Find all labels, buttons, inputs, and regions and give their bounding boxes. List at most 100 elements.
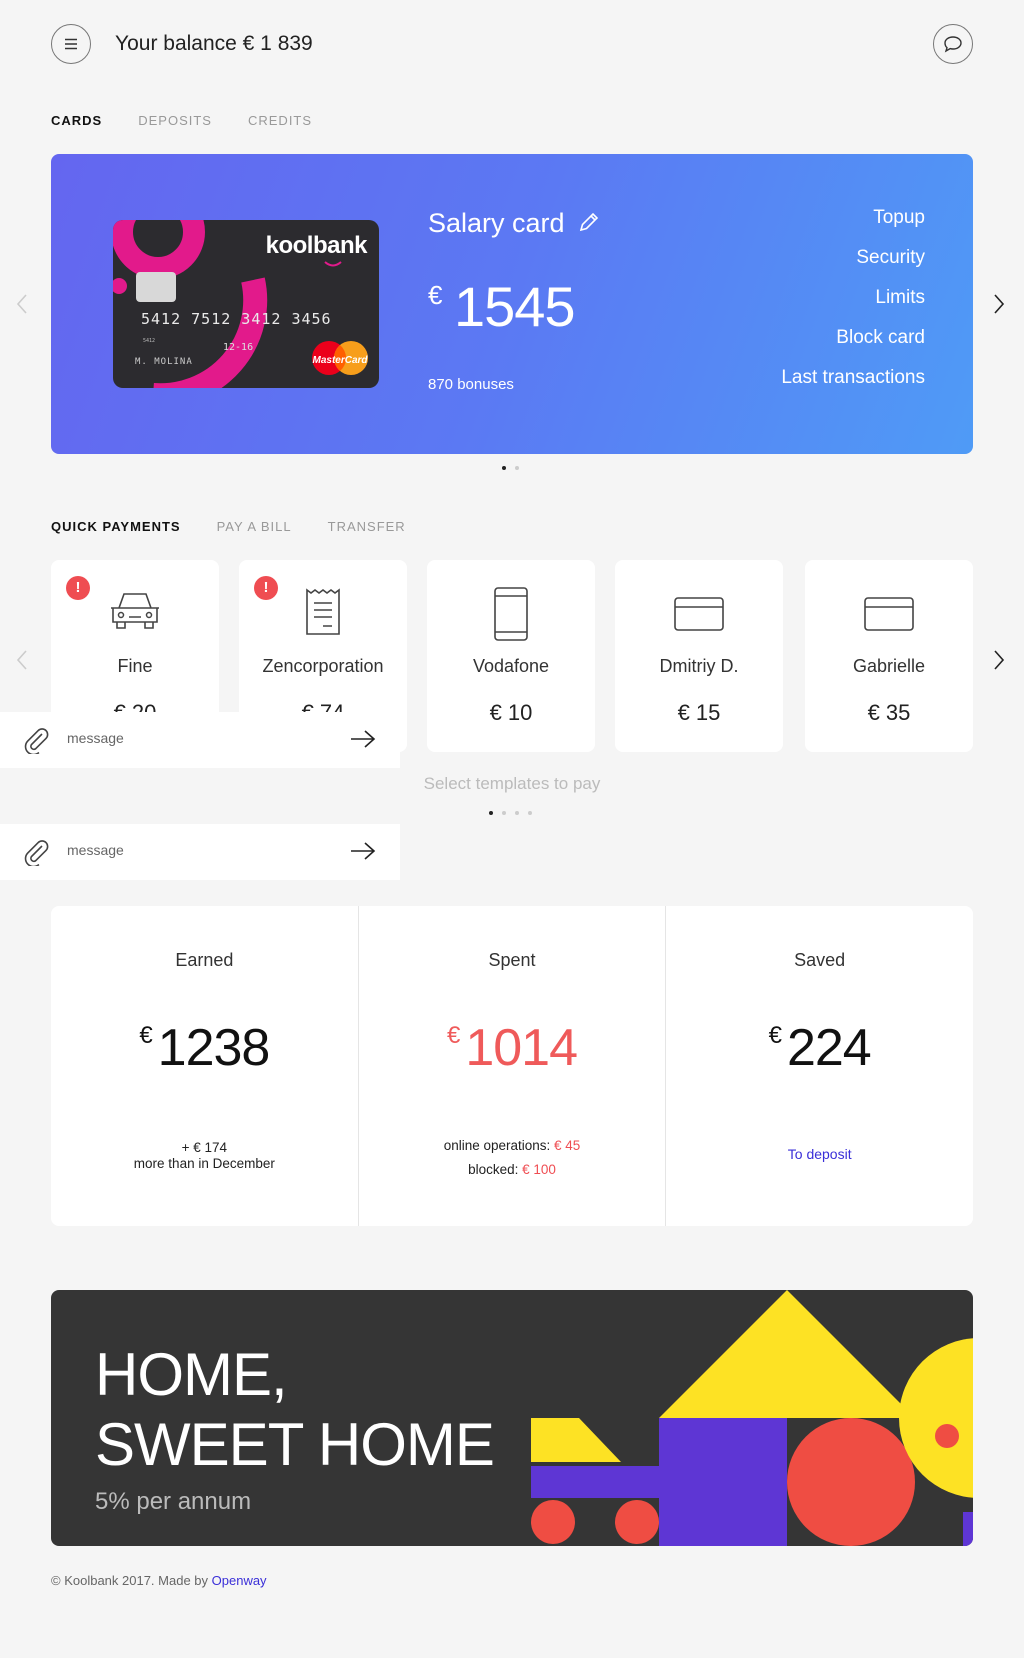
stat-spent: Spent €1014 online operations: € 45 bloc… (359, 906, 667, 1226)
phone-icon (494, 587, 528, 641)
card-number: 5412 7512 3412 3456 (141, 310, 332, 328)
earned-comparison: more than in December (133, 1156, 275, 1171)
blocked-value: € 100 (522, 1162, 556, 1177)
carousel-dot[interactable] (489, 811, 493, 815)
paperclip-icon[interactable] (22, 726, 50, 754)
stat-amount: 224 (786, 1019, 872, 1077)
stat-note: + € 174 more than in December (51, 1140, 358, 1172)
balance-label: Your balance € 1 839 (115, 32, 313, 55)
card-small-number: 5412 (143, 338, 156, 344)
tab-transfer[interactable]: TRANSFER (328, 519, 406, 537)
templates-next-arrow-icon[interactable] (992, 649, 1006, 671)
chip-icon (136, 272, 176, 302)
message-input[interactable]: message (67, 842, 124, 858)
menu-button[interactable] (51, 24, 91, 64)
promo-title-line2: SWEET HOME (95, 1411, 495, 1478)
template-tile-dmitriy[interactable]: Dmitriy D. € 15 (615, 560, 783, 752)
stat-title: Earned (175, 950, 234, 970)
hero-next-arrow-icon[interactable] (992, 293, 1006, 315)
stat-currency: € (139, 1022, 152, 1049)
promo-banner[interactable]: HOME, SWEET HOME 5% per annum (51, 1290, 973, 1546)
earned-delta: + € 174 (181, 1140, 228, 1155)
send-arrow-icon[interactable] (350, 729, 376, 749)
template-name: Vodafone (472, 656, 550, 676)
template-amount: € 35 (867, 700, 911, 725)
tab-pay-a-bill[interactable]: PAY A BILL (217, 519, 292, 537)
online-operations-value: € 45 (554, 1138, 581, 1153)
stat-earned: Earned €1238 + € 174 more than in Decemb… (51, 906, 359, 1226)
limits-link[interactable]: Limits (781, 286, 925, 326)
stat-amount: 1014 (465, 1019, 578, 1077)
card-currency: € (428, 280, 443, 310)
card-holder: M. MOLINA (135, 357, 193, 367)
blocked-label: blocked: (468, 1162, 519, 1177)
card-actions: Topup Security Limits Block card Last tr… (781, 206, 925, 406)
hero-prev-arrow-icon[interactable] (15, 293, 29, 315)
card-amount: 1545 (454, 275, 576, 338)
pencil-icon[interactable] (577, 210, 601, 234)
chat-button[interactable] (933, 24, 973, 64)
templates-hint: Select templates to pay (423, 774, 601, 793)
receipt-icon (306, 588, 340, 635)
bank-card[interactable]: koolbank 5412 7512 3412 3456 5412 12-16 … (113, 220, 379, 388)
template-tile-gabrielle[interactable]: Gabrielle € 35 (805, 560, 973, 752)
security-link[interactable]: Security (781, 246, 925, 286)
carousel-dot[interactable] (515, 811, 519, 815)
stat-note: online operations: € 45 blocked: € 100 (359, 1134, 666, 1182)
stat-title: Saved (794, 950, 846, 970)
message-bar[interactable]: message (0, 824, 400, 880)
template-name: Fine (117, 656, 153, 676)
card-bonuses: 870 bonuses (428, 376, 514, 393)
topup-link[interactable]: Topup (781, 206, 925, 246)
card-brand: koolbank (265, 232, 368, 259)
payment-tabs: QUICK PAYMENTS PAY A BILL TRANSFER (51, 519, 406, 537)
templates-prev-arrow-icon[interactable] (15, 649, 29, 671)
promo-subtitle: 5% per annum (95, 1488, 252, 1515)
message-bar[interactable]: message (0, 712, 400, 768)
message-input[interactable]: message (67, 730, 124, 746)
stat-currency: € (446, 1022, 460, 1049)
card-network: MasterCard (312, 355, 368, 366)
card-carousel-dots (502, 466, 519, 470)
to-deposit-link[interactable]: To deposit (666, 1146, 973, 1162)
block-card-link[interactable]: Block card (781, 326, 925, 366)
stat-saved: Saved €224 To deposit (666, 906, 973, 1226)
send-arrow-icon[interactable] (350, 841, 376, 861)
stat-value: €224 (666, 1018, 973, 1078)
stat-value: €1238 (51, 1018, 358, 1078)
tab-cards[interactable]: CARDS (51, 113, 102, 131)
template-name: Dmitriy D. (659, 656, 739, 676)
menu-icon (65, 38, 77, 50)
tab-credits[interactable]: CREDITS (248, 113, 312, 131)
promo-title-line1: HOME, (95, 1341, 288, 1408)
alert-badge: ! (254, 576, 278, 600)
last-transactions-link[interactable]: Last transactions (781, 366, 925, 406)
template-name: Gabrielle (852, 656, 926, 676)
template-tile-vodafone[interactable]: Vodafone € 10 (427, 560, 595, 752)
openway-link[interactable]: Openway (212, 1573, 267, 1588)
carousel-dot[interactable] (528, 811, 532, 815)
card-icon (864, 597, 914, 631)
alert-badge: ! (66, 576, 90, 600)
card-title: Salary card (428, 208, 565, 238)
carousel-dot[interactable] (515, 466, 519, 470)
paperclip-icon[interactable] (22, 838, 50, 866)
carousel-dot[interactable] (502, 466, 506, 470)
promo-title: HOME, SWEET HOME (95, 1340, 495, 1480)
card-icon (674, 597, 724, 631)
stat-title: Spent (488, 950, 536, 970)
tab-deposits[interactable]: DEPOSITS (138, 113, 212, 131)
smile-icon (324, 261, 342, 267)
header: Your balance € 1 839 (51, 24, 973, 66)
carousel-dot[interactable] (502, 811, 506, 815)
footer: © Koolbank 2017. Made by Openway (51, 1573, 267, 1588)
stat-amount: 1238 (157, 1019, 271, 1077)
tab-quick-payments[interactable]: QUICK PAYMENTS (51, 519, 181, 537)
templates-carousel-dots (489, 811, 532, 815)
account-tabs: CARDS DEPOSITS CREDITS (51, 113, 312, 131)
card-carousel: koolbank 5412 7512 3412 3456 5412 12-16 … (51, 154, 973, 454)
footer-text: © Koolbank 2017. Made by (51, 1573, 209, 1588)
card-expiry: 12-16 (223, 342, 254, 353)
template-name: Zencorporation (262, 656, 384, 676)
stat-currency: € (768, 1022, 782, 1049)
